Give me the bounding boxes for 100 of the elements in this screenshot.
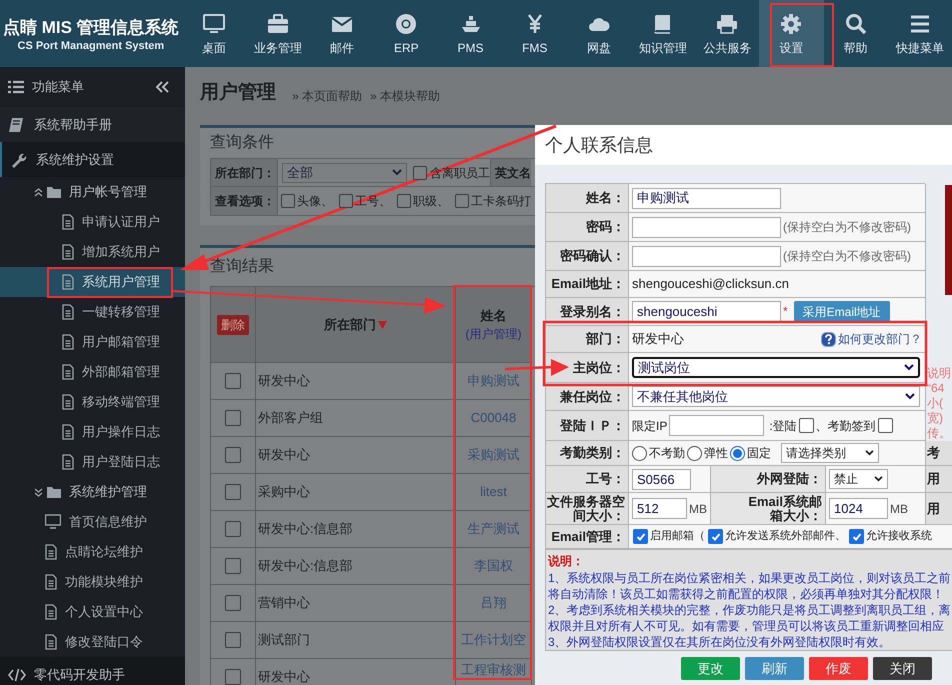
document-icon — [45, 604, 57, 620]
sidebar-item[interactable]: 个人设置中心 — [0, 597, 185, 627]
use-email-button[interactable]: 采用Email地址 — [794, 301, 890, 322]
nav-item[interactable]: 帮助 — [824, 0, 888, 67]
folder-icon — [47, 186, 61, 198]
delete-button[interactable]: 删除 — [217, 314, 249, 334]
chevron-down-icon — [34, 488, 43, 496]
radio-label: 不考勤 — [649, 445, 685, 462]
nav-item[interactable]: 设置 — [759, 0, 824, 67]
ip-field[interactable] — [669, 415, 764, 436]
sidebar-item[interactable]: 功能模块维护 — [0, 567, 185, 597]
nav-item[interactable]: ERP — [374, 0, 438, 67]
menu-title: 功能菜单 — [32, 78, 85, 96]
nav-item[interactable]: 邮件 — [310, 0, 374, 67]
checkbox[interactable] — [225, 632, 241, 648]
caret-icon — [392, 169, 402, 176]
nav-item[interactable]: 业务管理 — [246, 0, 310, 67]
list-icon — [8, 80, 24, 94]
position-select[interactable]: 不兼任其他岗位 — [632, 386, 920, 407]
nav-item[interactable]: 快捷菜单 — [888, 0, 952, 67]
sidebar-item[interactable]: 移动终端管理 — [0, 387, 185, 417]
chevron-up-icon — [34, 188, 43, 196]
folder-label[interactable]: 系统维护管理 — [69, 482, 147, 502]
refresh-button[interactable]: 刷新 — [745, 657, 804, 680]
checkbox[interactable] — [225, 484, 241, 500]
field-label: 文件服务器空间大小： — [546, 493, 629, 525]
checkbox[interactable] — [225, 373, 241, 389]
sidebar-item[interactable]: 系统帮助手册 — [0, 107, 185, 142]
checkbox[interactable] — [339, 194, 353, 208]
checkbox[interactable] — [225, 410, 241, 426]
page-title: 用户管理 — [200, 80, 276, 106]
checkbox[interactable] — [708, 529, 723, 544]
sidebar-item[interactable]: 增加系统用户 — [0, 237, 185, 267]
radio-button[interactable] — [632, 446, 647, 460]
document-icon — [62, 364, 74, 380]
checkbox[interactable] — [281, 194, 295, 208]
checkbox[interactable] — [225, 521, 241, 537]
document-icon — [62, 454, 74, 470]
note-text: 宽) — [926, 411, 944, 426]
sidebar-item[interactable]: 用户操作日志 — [0, 417, 185, 447]
position-select[interactable]: 测试岗位 — [632, 357, 920, 378]
app-title: 点睛 MIS 管理信息系统 — [3, 18, 179, 38]
sidebar-item[interactable]: 用户邮箱管理 — [0, 327, 185, 357]
field-label: 部门： — [546, 326, 629, 353]
sidebar-item[interactable]: 零代码开发助手 — [0, 657, 185, 685]
checkbox[interactable] — [225, 558, 241, 574]
checkbox[interactable] — [455, 194, 469, 208]
employee-id-field[interactable]: S0566 — [632, 468, 691, 490]
checkbox[interactable] — [413, 166, 427, 180]
required-mark: * — [783, 303, 788, 320]
password-field[interactable] — [632, 246, 781, 266]
checkbox-label: 允许发送系统外部邮件、 — [725, 528, 846, 544]
table-cell: 研发中心:信息部 — [256, 511, 456, 548]
radio-button[interactable] — [730, 446, 745, 460]
sidebar-item[interactable]: 点睛论坛维护 — [0, 537, 185, 567]
nav-item[interactable]: 桌面 — [182, 0, 246, 67]
monitor-icon — [202, 12, 226, 36]
radio-button[interactable] — [687, 446, 702, 460]
sidebar-item[interactable]: 修改登陆口令 — [0, 627, 185, 657]
sidebar-item[interactable]: 一键转移管理 — [0, 297, 185, 327]
mail-quota-field[interactable]: 1024 — [829, 498, 888, 519]
book-icon — [8, 116, 26, 132]
checkbox[interactable] — [225, 669, 241, 685]
sidebar-item[interactable]: 系统用户管理 — [0, 267, 185, 297]
category-select[interactable]: 请选择类别 — [781, 443, 879, 463]
field-hint: (保持空白为不修改密码) — [783, 219, 911, 236]
checkbox[interactable] — [225, 447, 241, 463]
folder-label[interactable]: 用户帐号管理 — [69, 182, 147, 202]
field-label: 考勤类别： — [546, 441, 629, 466]
checkbox[interactable] — [849, 529, 864, 544]
login-alias-field[interactable]: shengouceshi — [632, 301, 781, 322]
checkbox-label: 允许接收系统 — [866, 528, 932, 544]
password-field[interactable] — [632, 216, 781, 238]
checkbox[interactable] — [225, 595, 241, 611]
close-button[interactable]: 关闭 — [873, 657, 932, 680]
field-label: Email系统邮箱大小： — [711, 493, 826, 525]
nav-item[interactable]: 网盘 — [566, 0, 632, 67]
file-quota-field[interactable]: 512 — [632, 498, 687, 519]
nav-item[interactable]: FMS — [502, 0, 567, 67]
settings-icon — [779, 12, 804, 36]
nav-item[interactable]: PMS — [438, 0, 503, 67]
sidebar-item[interactable]: 用户登陆日志 — [0, 447, 185, 477]
sidebar-item[interactable]: 外部邮箱管理 — [0, 357, 185, 387]
checkbox[interactable] — [397, 194, 411, 208]
sidebar-item[interactable]: 系统维护设置 — [0, 142, 185, 177]
nav-item[interactable]: 公共服务 — [695, 0, 760, 67]
department-select[interactable]: 全部 — [282, 162, 407, 182]
nav-item[interactable]: 知识管理 — [631, 0, 696, 67]
checkbox[interactable] — [878, 418, 893, 433]
help-icon — [821, 332, 836, 346]
sidebar-item[interactable]: 申请认证用户 — [0, 207, 185, 237]
checkbox[interactable] — [633, 529, 648, 544]
caret-icon — [904, 364, 914, 371]
sidebar-item[interactable]: 首页信息维护 — [0, 507, 185, 537]
name-field[interactable]: 申购测试 — [632, 188, 781, 208]
external-login-select[interactable]: 禁止 — [829, 469, 888, 489]
table-cell: 测试部门 — [256, 622, 456, 659]
void-button[interactable]: 作废 — [809, 657, 868, 680]
help-link[interactable]: 如何更改部门？ — [838, 330, 922, 348]
checkbox[interactable] — [798, 418, 814, 433]
